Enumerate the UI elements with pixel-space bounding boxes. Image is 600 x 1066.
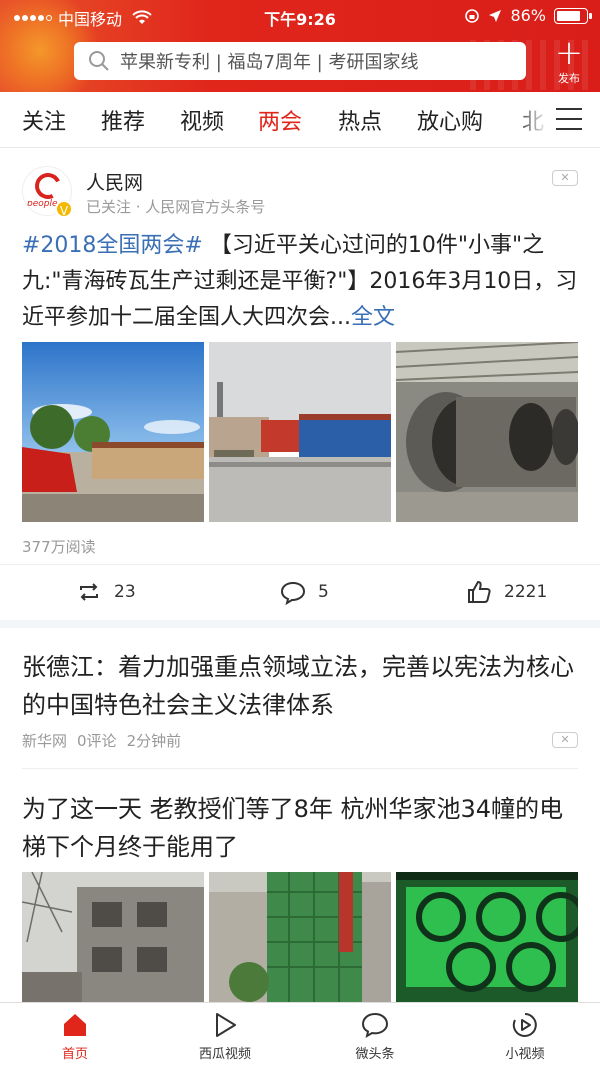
like-count: 2221	[504, 582, 548, 602]
nav-weitoutiao-label: 微头条	[355, 1047, 395, 1062]
article-image-2[interactable]	[209, 872, 391, 1002]
header: 中国移动 下午9:26 86% 苹果新专利 | 福岛7周年 | 考研国家线 + …	[0, 0, 600, 92]
search-placeholder: 苹果新专利 | 福岛7周年 | 考研国家线	[120, 52, 419, 73]
battery-icon	[554, 7, 592, 24]
search-icon	[89, 51, 109, 71]
post-image-2[interactable]	[209, 342, 391, 522]
article-images	[22, 872, 578, 1002]
comment-button[interactable]: 5	[280, 579, 329, 605]
tab-redian[interactable]: 热点	[338, 104, 382, 136]
location-icon	[489, 9, 502, 22]
speech-bubble-icon	[361, 1012, 389, 1039]
post-text[interactable]: #2018全国两会# 【习近平关心过问的10件"小事"之九:"青海砖瓦生产过剩还…	[22, 228, 582, 336]
post-images	[22, 342, 578, 522]
article-image-1[interactable]	[22, 872, 204, 1002]
plus-icon: +	[554, 33, 584, 73]
article-title-1[interactable]: 张德江：着力加强重点领域立法，完善以宪法为核心的中国特色社会主义法律体系	[22, 648, 582, 724]
divider	[22, 768, 578, 769]
post-source[interactable]: 人民网	[86, 168, 143, 195]
search-bar[interactable]: 苹果新专利 | 福岛7周年 | 考研国家线	[74, 42, 526, 80]
nav-small-video[interactable]: 小视频	[465, 1011, 585, 1062]
follow-info: 已关注 · 人民网官方头条号	[86, 198, 266, 216]
avatar-text: people	[27, 199, 58, 209]
article-list: 张德江：着力加强重点领域立法，完善以宪法为核心的中国特色社会主义法律体系 新华网…	[0, 628, 600, 1002]
bottom-nav: 首页 西瓜视频 微头条 小视频	[0, 1002, 600, 1066]
article-time: 2分钟前	[126, 732, 182, 750]
verified-icon: V	[55, 200, 73, 218]
thumbs-up-icon	[468, 580, 491, 603]
channel-tabs: 关注 推荐 视频 两会 热点 放心购 北	[0, 92, 600, 148]
home-icon	[64, 1014, 86, 1036]
post-actions: 23 5 2221	[0, 564, 600, 620]
people-logo-icon	[31, 169, 65, 203]
tab-tuijian[interactable]: 推荐	[101, 104, 145, 136]
nav-small-video-label: 小视频	[505, 1047, 545, 1062]
status-bar: 中国移动 下午9:26 86%	[0, 0, 600, 32]
nav-xigua-video[interactable]: 西瓜视频	[165, 1011, 285, 1062]
nav-home-label: 首页	[61, 1047, 88, 1062]
publish-button[interactable]: + 发布	[548, 33, 590, 86]
comment-icon	[280, 581, 306, 605]
article-title-2[interactable]: 为了这一天 老教授们等了8年 杭州华家池34幢的电梯下个月终于能用了	[22, 790, 582, 866]
post-card[interactable]: people V 人民网 已关注 · 人民网官方头条号 ✕ #2018全国两会#…	[0, 148, 600, 620]
full-text-link[interactable]: 全文	[351, 305, 395, 330]
play-icon	[216, 1013, 236, 1037]
tab-fangxingou[interactable]: 放心购	[417, 104, 483, 136]
small-video-icon	[512, 1013, 537, 1037]
battery-percent: 86%	[510, 6, 546, 25]
article-meta-1: 新华网 0评论 2分钟前	[22, 730, 181, 751]
nav-weitoutiao[interactable]: 微头条	[315, 1011, 435, 1062]
nav-xigua-label: 西瓜视频	[198, 1047, 251, 1062]
post-image-1[interactable]	[22, 342, 204, 522]
rotation-lock-icon	[465, 8, 480, 23]
tab-shipin[interactable]: 视频	[180, 104, 224, 136]
repost-button[interactable]: 23	[76, 579, 136, 605]
like-button[interactable]: 2221	[466, 579, 547, 605]
tab-lianghui[interactable]: 两会	[258, 104, 302, 136]
comment-count: 5	[318, 582, 329, 602]
read-count: 377万阅读	[22, 538, 96, 556]
hashtag-link[interactable]: #2018全国两会#	[22, 233, 203, 258]
menu-icon[interactable]	[556, 108, 582, 130]
article-source: 新华网	[22, 732, 68, 750]
post-image-3[interactable]	[396, 342, 578, 522]
repost-icon	[80, 583, 98, 601]
nav-home[interactable]: 首页	[15, 1011, 135, 1062]
tab-guanzhu[interactable]: 关注	[22, 104, 66, 136]
dismiss-button[interactable]: ✕	[552, 170, 578, 186]
article-comments: 0评论	[77, 732, 117, 750]
repost-count: 23	[114, 582, 136, 602]
article-image-3[interactable]	[396, 872, 578, 1002]
dismiss-button[interactable]: ✕	[552, 732, 578, 748]
